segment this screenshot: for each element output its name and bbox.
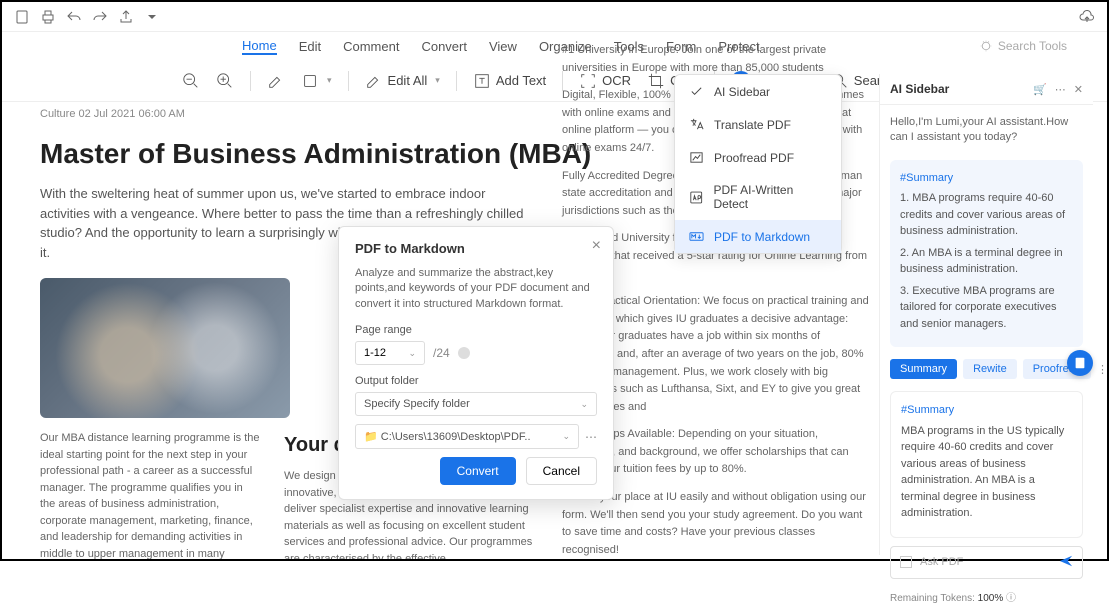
ask-input[interactable]: Ask PDF xyxy=(890,546,1083,579)
zoom-in-button[interactable] xyxy=(216,72,234,90)
search-tools-label: Search Tools xyxy=(998,39,1067,53)
tokens-status: Remaining Tokens: 100% ⓘ xyxy=(880,583,1093,610)
chevron-down-icon: ⌄ xyxy=(580,399,588,410)
shape-button[interactable]: ▾ xyxy=(301,72,332,90)
kebab-icon[interactable]: ⋮ xyxy=(1097,363,1108,376)
search-tools[interactable]: Search Tools xyxy=(980,39,1067,53)
doc-image xyxy=(40,278,290,418)
cloud-icon[interactable] xyxy=(1079,9,1095,25)
menu-edit[interactable]: Edit xyxy=(299,39,321,54)
output-folder-select[interactable]: Specify Specify folder⌄ xyxy=(355,392,597,416)
highlight-button[interactable] xyxy=(267,72,285,90)
convert-button[interactable]: Convert xyxy=(440,457,516,485)
cart-icon[interactable]: 🛒 xyxy=(1033,83,1047,96)
ai-sidebar-panel: AI Sidebar 🛒 ⋯ ✕ Hello,I'm Lumi,your AI … xyxy=(879,74,1093,555)
pdf-to-markdown-dialog: × PDF to Markdown Analyze and summarize … xyxy=(338,226,614,500)
menu-convert[interactable]: Convert xyxy=(421,39,467,54)
page-total: /24 xyxy=(433,346,450,360)
menu-comment[interactable]: Comment xyxy=(343,39,399,54)
pill-summary[interactable]: Summary xyxy=(890,359,957,379)
file-icon[interactable] xyxy=(14,9,30,25)
window-topbar xyxy=(2,2,1107,32)
menu-view[interactable]: View xyxy=(489,39,517,54)
dropdown-icon[interactable] xyxy=(144,9,160,25)
radio-icon[interactable] xyxy=(458,347,470,359)
sidebar-header: AI Sidebar 🛒 ⋯ ✕ xyxy=(880,74,1093,105)
close-icon[interactable]: × xyxy=(592,237,601,255)
menu-home[interactable]: Home xyxy=(242,38,277,55)
summary-result: #Summary MBA programs in the US typicall… xyxy=(890,391,1083,538)
dialog-title: PDF to Markdown xyxy=(355,241,597,256)
chevron-down-icon: ⌄ xyxy=(408,348,416,359)
ai-menu-detect[interactable]: PDF AI-Written Detect xyxy=(675,174,841,220)
pill-rewrite[interactable]: Rewite xyxy=(963,359,1017,379)
zoom-out-button[interactable] xyxy=(182,72,200,90)
undo-icon[interactable] xyxy=(66,9,82,25)
page-range-input[interactable]: 1-12⌄ xyxy=(355,341,425,365)
ai-menu-proofread[interactable]: Proofread PDF xyxy=(675,141,841,174)
checkbox-icon[interactable] xyxy=(900,556,912,568)
floating-action-button[interactable] xyxy=(1067,350,1093,376)
ai-tools-menu: AI Sidebar Translate PDF Proofread PDF P… xyxy=(674,74,842,254)
help-icon[interactable]: ⓘ xyxy=(1006,593,1016,604)
output-folder-label: Output folder xyxy=(355,375,597,387)
main-menubar: Home Edit Comment Convert View Organize … xyxy=(2,32,1107,60)
redo-icon[interactable] xyxy=(92,9,108,25)
summary-card: #Summary 1. MBA programs require 40-60 c… xyxy=(890,160,1083,348)
share-icon[interactable] xyxy=(118,9,134,25)
ai-menu-markdown[interactable]: PDF to Markdown xyxy=(675,220,841,253)
sidebar-greeting: Hello,I'm Lumi,your AI assistant.How can… xyxy=(880,105,1093,156)
send-icon[interactable] xyxy=(1059,554,1073,571)
ai-menu-translate[interactable]: Translate PDF xyxy=(675,108,841,141)
summary-heading: #Summary xyxy=(900,170,1073,187)
doc-col1: Our MBA distance learning programme is t… xyxy=(40,430,260,559)
summary-heading-2: #Summary xyxy=(901,402,1072,419)
cancel-button[interactable]: Cancel xyxy=(526,457,597,485)
pill-row: Summary Rewite Proofread ⋮ xyxy=(880,351,1093,387)
edit-all-button[interactable]: Edit All▾ xyxy=(365,72,440,90)
more-icon[interactable]: ⋯ xyxy=(585,430,597,444)
folder-icon: 📁 xyxy=(364,430,378,443)
output-path-field[interactable]: 📁 C:\Users\13609\Desktop\PDF..⌄ xyxy=(355,424,579,449)
close-icon[interactable]: ✕ xyxy=(1074,83,1083,96)
page-range-label: Page range xyxy=(355,324,597,336)
sidebar-title: AI Sidebar xyxy=(890,82,949,96)
dialog-desc: Analyze and summarize the abstract,key p… xyxy=(355,266,597,312)
print-icon[interactable] xyxy=(40,9,56,25)
more-icon[interactable]: ⋯ xyxy=(1055,83,1066,96)
ai-menu-sidebar[interactable]: AI Sidebar xyxy=(675,75,841,108)
add-text-button[interactable]: Add Text xyxy=(473,72,546,90)
